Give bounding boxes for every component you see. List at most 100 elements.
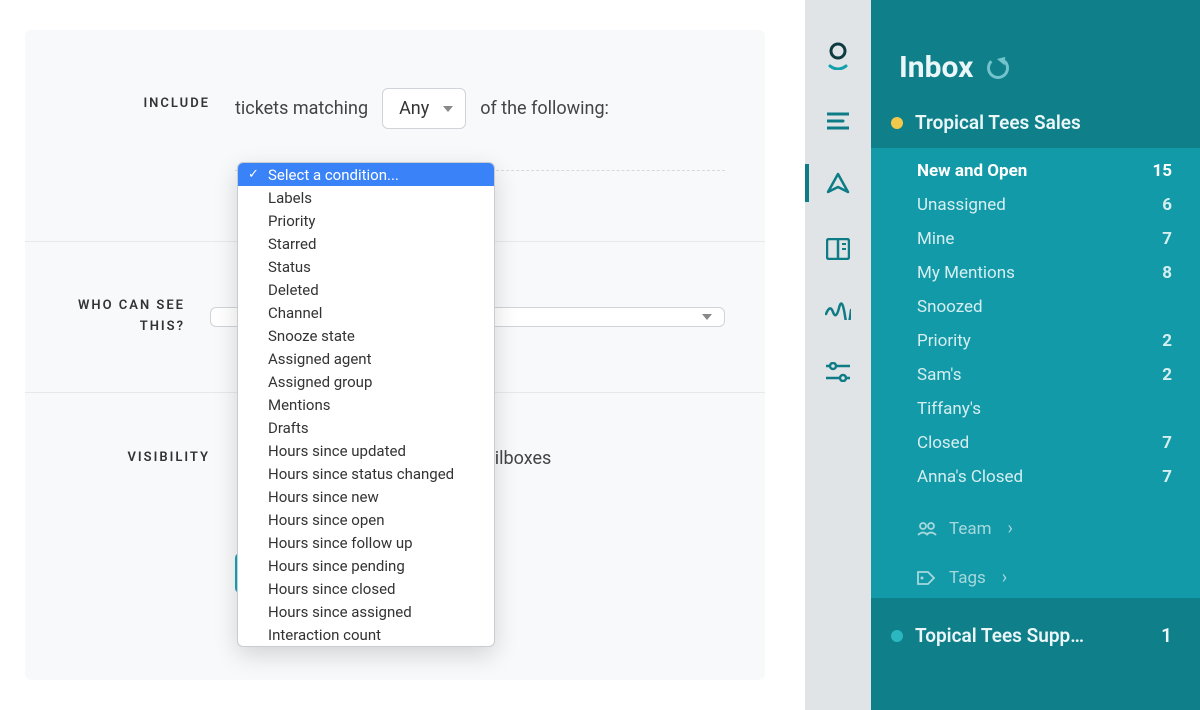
chevron-down-icon (443, 106, 453, 112)
status-dot-icon (891, 117, 903, 129)
visibility-label: VISIBILITY (65, 448, 235, 469)
condition-option-label: Hours since new (268, 488, 379, 506)
team-label: Team (949, 519, 992, 539)
inbox-panel: Inbox Tropical Tees Sales New and Open 15… (871, 0, 1200, 710)
tag-icon (917, 571, 937, 585)
condition-option-label: Mentions (268, 396, 330, 414)
condition-option[interactable]: Hours since assigned (238, 600, 494, 623)
folder-label: Priority (917, 331, 971, 351)
condition-option[interactable]: Status (238, 255, 494, 278)
condition-option[interactable]: Interaction count (238, 623, 494, 646)
folder-list: New and Open 15 Unassigned 6 Mine 7 My Mention… (871, 148, 1200, 500)
condition-option-label: Deleted (268, 281, 319, 299)
condition-option-label: Hours since closed (268, 580, 395, 598)
condition-option-label: Priority (268, 212, 315, 230)
folder-count: 6 (1162, 195, 1172, 215)
settings-form: INCLUDE tickets matching Any of the foll… (25, 30, 765, 680)
condition-option[interactable]: Assigned group (238, 370, 494, 393)
condition-option[interactable]: Labels (238, 186, 494, 209)
menu-icon[interactable] (805, 112, 871, 130)
condition-option[interactable]: Hours since closed (238, 577, 494, 600)
folder-label: Unassigned (917, 195, 1006, 215)
condition-option[interactable]: Drafts (238, 416, 494, 439)
chevron-down-icon (702, 314, 712, 320)
condition-option[interactable]: Hours since new (238, 485, 494, 508)
match-mode-select[interactable]: Any (382, 88, 466, 129)
condition-option[interactable]: Starred (238, 232, 494, 255)
mailbox-name: Tropical Tees Sales (915, 111, 1081, 134)
condition-option-label: Hours since open (268, 511, 384, 529)
condition-option[interactable]: Assigned agent (238, 347, 494, 370)
condition-option[interactable]: Mentions (238, 393, 494, 416)
folder-item[interactable]: New and Open 15 (871, 154, 1200, 188)
folder-item[interactable]: My Mentions8 (871, 256, 1200, 290)
folder-label: New and Open (917, 161, 1027, 181)
condition-option-label: Interaction count (268, 626, 381, 644)
team-icon (917, 522, 937, 536)
condition-option-label: Assigned group (268, 373, 372, 391)
condition-option-label: Labels (268, 189, 312, 207)
folder-count: 7 (1162, 433, 1172, 453)
condition-option-label: Select a condition... (268, 166, 399, 184)
condition-dropdown-menu: ✓ Select a condition... Labels Priority Star… (237, 162, 495, 647)
condition-option-label: Hours since updated (268, 442, 406, 460)
condition-option-label: Hours since follow up (268, 534, 413, 552)
folder-item[interactable]: Tiffany's (871, 392, 1200, 426)
check-icon: ✓ (248, 167, 259, 182)
who-can-see-label: WHO CAN SEE THIS? (65, 296, 210, 338)
refresh-icon[interactable] (987, 57, 1009, 79)
folder-count: 7 (1162, 467, 1172, 487)
mailbox-topical-support[interactable]: Topical Tees Supp… 1 (871, 598, 1200, 647)
book-icon[interactable] (805, 238, 871, 260)
folder-count: 2 (1162, 365, 1172, 385)
include-pre-text: tickets matching (235, 98, 368, 119)
team-link[interactable]: Team (917, 518, 1172, 539)
inbox-title: Inbox (899, 50, 973, 85)
folder-count: 15 (1152, 161, 1172, 181)
tags-label: Tags (949, 568, 986, 588)
inbox-sidebar: Inbox Tropical Tees Sales New and Open 15… (805, 0, 1200, 710)
folder-label: Mine (917, 229, 954, 249)
condition-option-label: Hours since pending (268, 557, 405, 575)
condition-option[interactable]: Hours since open (238, 508, 494, 531)
mailbox-name: Topical Tees Supp… (915, 624, 1084, 647)
status-dot-icon (891, 630, 903, 642)
send-icon[interactable] (805, 172, 871, 196)
condition-option[interactable]: Hours since pending (238, 554, 494, 577)
folder-item[interactable]: Anna's Closed 7 (871, 460, 1200, 494)
condition-option[interactable]: Hours since updated (238, 439, 494, 462)
include-label: INCLUDE (65, 88, 235, 115)
mailbox-tropical-sales[interactable]: Tropical Tees Sales (871, 97, 1200, 148)
tags-link[interactable]: Tags (917, 567, 1172, 588)
condition-option[interactable]: Snooze state (238, 324, 494, 347)
condition-option[interactable]: Priority (238, 209, 494, 232)
folder-item[interactable]: Unassigned 6 (871, 188, 1200, 222)
settings-icon[interactable] (805, 362, 871, 382)
folder-label: Snoozed (917, 297, 983, 317)
folder-item[interactable]: Snoozed (871, 290, 1200, 324)
folder-count: 8 (1162, 263, 1172, 283)
condition-option[interactable]: ✓ Select a condition... (238, 163, 494, 186)
include-content: tickets matching Any of the following: (235, 88, 725, 129)
folder-item[interactable]: Priority 2 (871, 324, 1200, 358)
condition-option[interactable]: Channel (238, 301, 494, 324)
nav-rail (805, 0, 871, 710)
condition-option[interactable]: Hours since follow up (238, 531, 494, 554)
activity-icon[interactable] (805, 302, 871, 320)
folder-count: 7 (1162, 229, 1172, 249)
condition-option-label: Starred (268, 235, 316, 253)
condition-option-label: Hours since assigned (268, 603, 412, 621)
folder-item[interactable]: Mine 7 (871, 222, 1200, 256)
condition-option[interactable]: Deleted (238, 278, 494, 301)
folder-item[interactable]: Closed7 (871, 426, 1200, 460)
logo-icon[interactable] (805, 42, 871, 70)
folder-item[interactable]: Sam's 2 (871, 358, 1200, 392)
folder-label: Anna's Closed (917, 467, 1023, 487)
condition-option[interactable]: Hours since status changed (238, 462, 494, 485)
folder-count: 2 (1162, 331, 1172, 351)
include-row: INCLUDE tickets matching Any of the foll… (25, 30, 765, 170)
folder-label: Tiffany's (917, 399, 981, 419)
include-post-text: of the following: (480, 98, 609, 119)
folder-label: Sam's (917, 365, 961, 385)
condition-option-label: Drafts (268, 419, 309, 437)
